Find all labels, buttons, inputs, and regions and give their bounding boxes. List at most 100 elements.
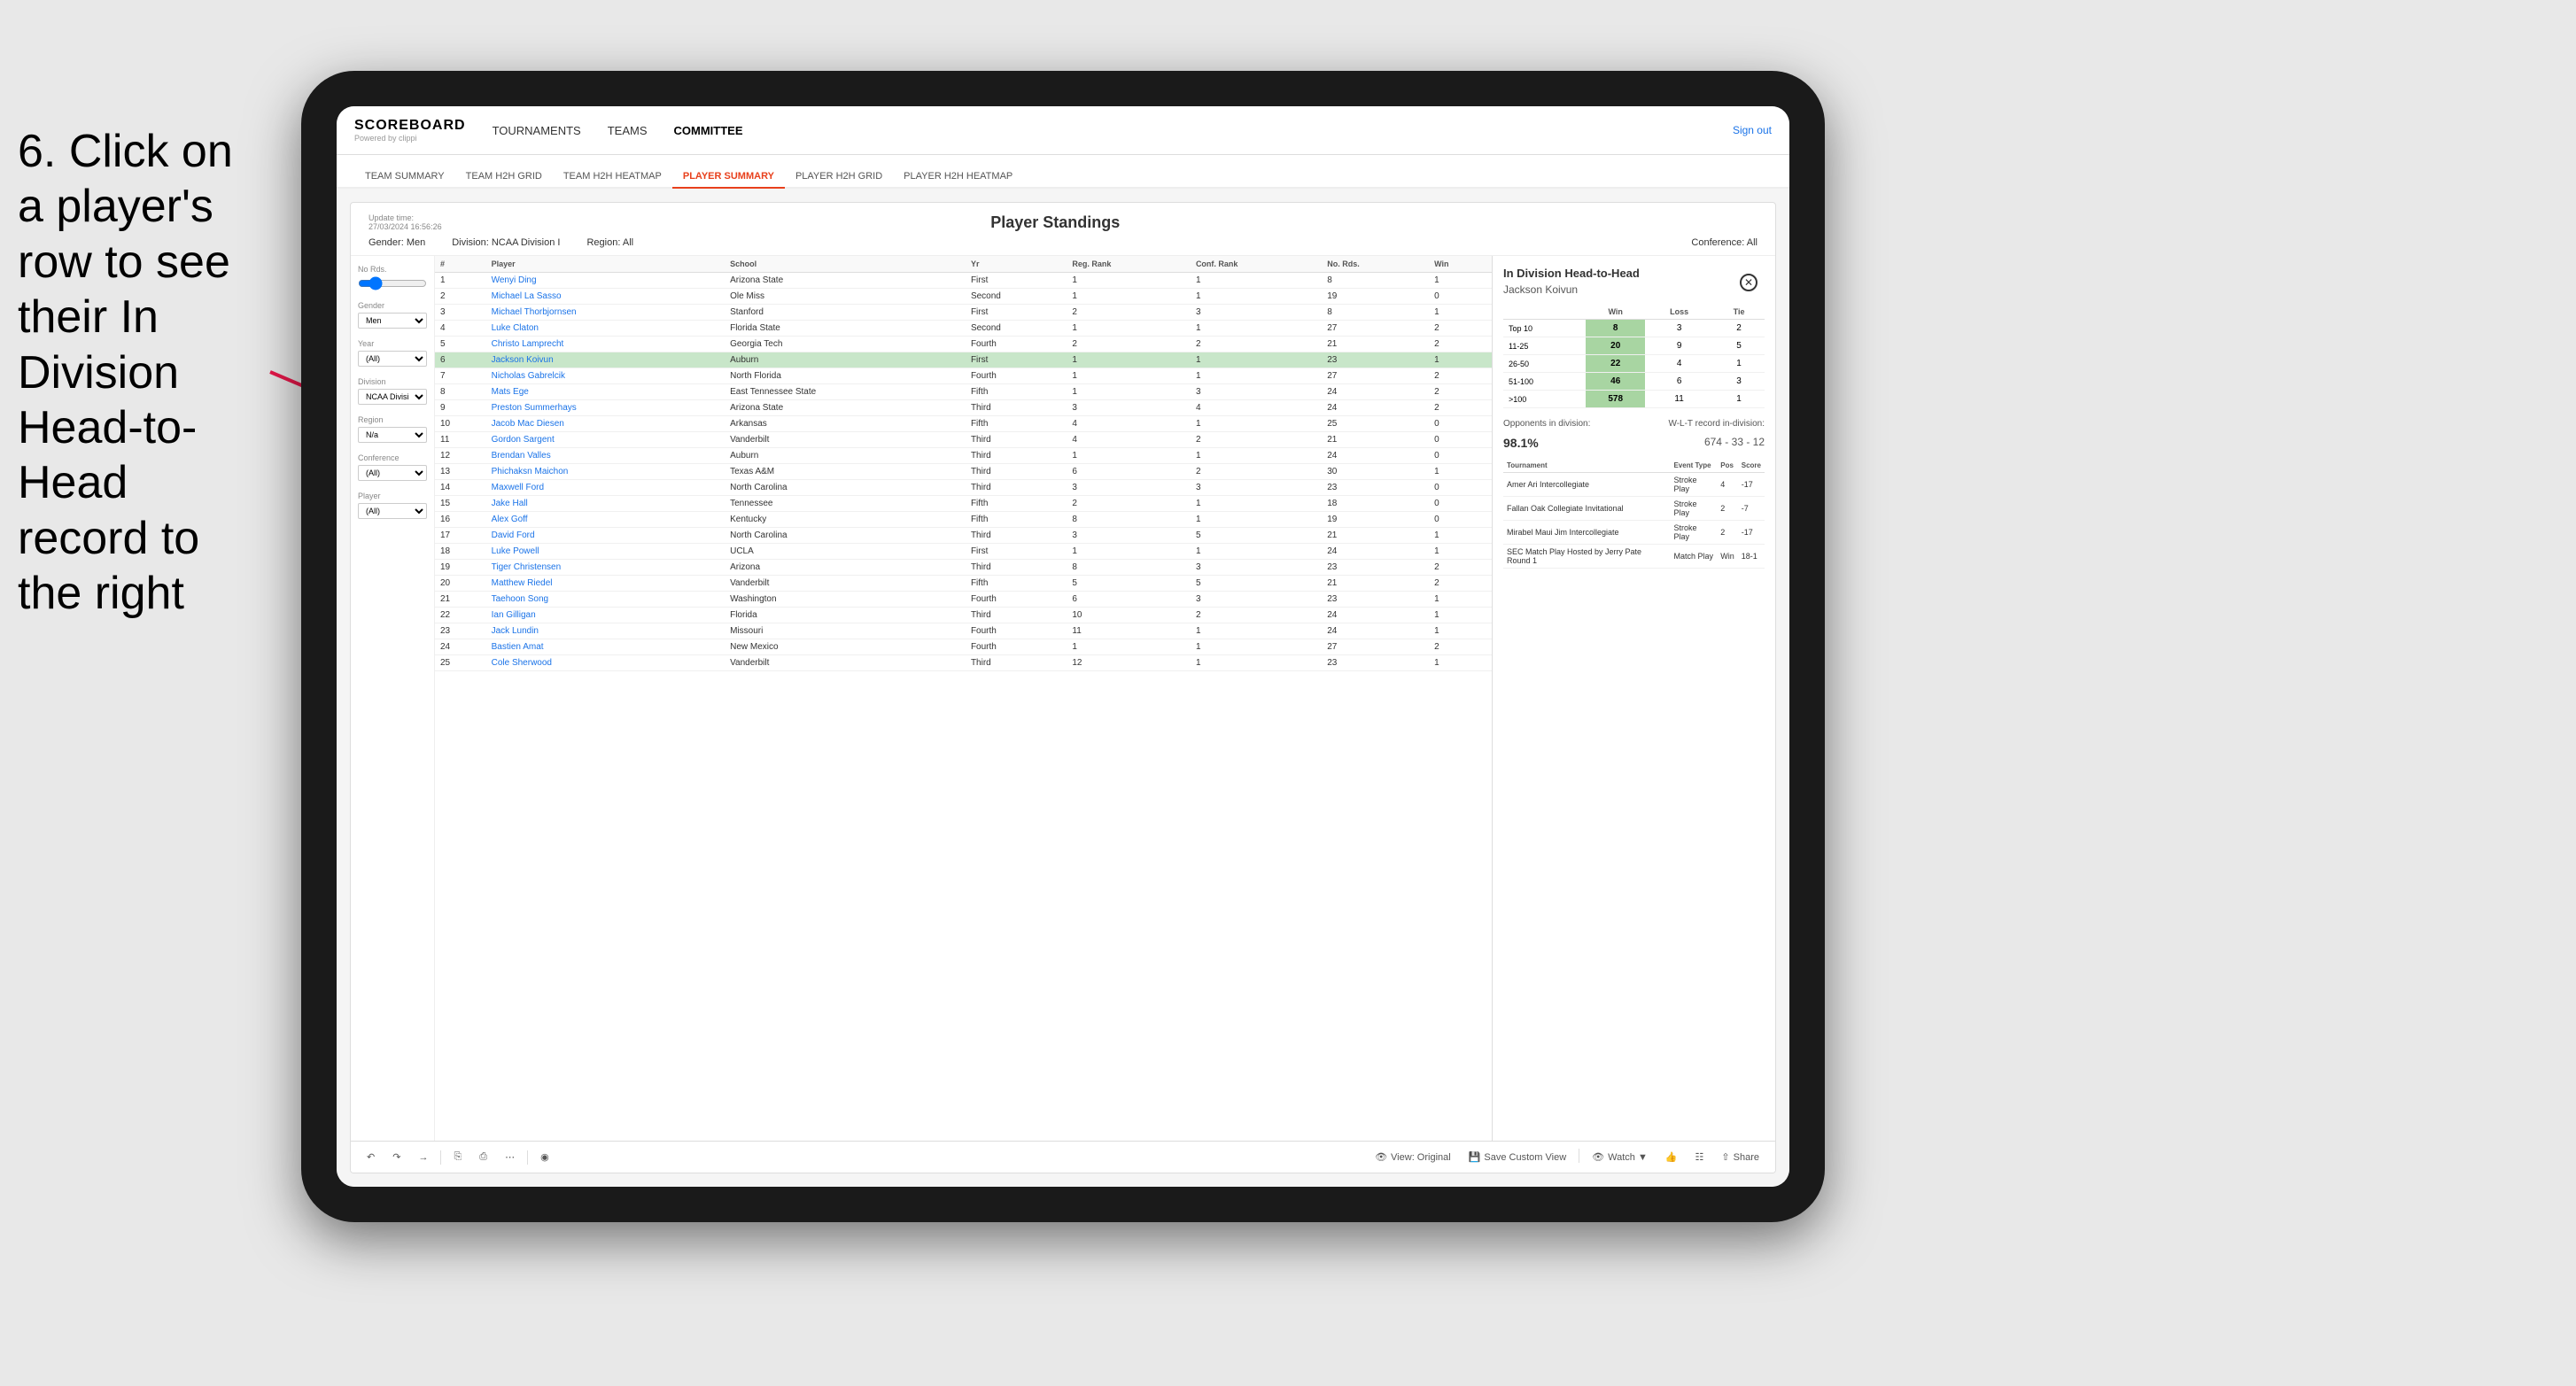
player-reg-rank: 1 <box>1067 448 1191 464</box>
table-row[interactable]: 13 Phichaksn Maichon Texas A&M Third 6 2… <box>435 464 1492 480</box>
h2h-col-loss: Loss <box>1645 305 1713 320</box>
nav-tournaments[interactable]: TOURNAMENTS <box>493 120 581 142</box>
logo: SCOREBOARD Powered by clippi <box>354 118 466 143</box>
table-row[interactable]: 10 Jacob Mac Diesen Arkansas Fifth 4 1 2… <box>435 416 1492 432</box>
player-conf-rank: 4 <box>1191 400 1322 416</box>
conference-select[interactable]: (All) <box>358 465 427 481</box>
h2h-range: 26-50 <box>1503 355 1586 373</box>
rounds-slider[interactable] <box>358 276 427 290</box>
player-rank: 1 <box>435 273 486 289</box>
player-name: Luke Claton <box>486 321 725 337</box>
table-row[interactable]: 16 Alex Goff Kentucky Fifth 8 1 19 0 <box>435 512 1492 528</box>
table-row[interactable]: 12 Brendan Valles Auburn Third 1 1 24 0 <box>435 448 1492 464</box>
player-yr: Fourth <box>966 623 1067 639</box>
paste-button[interactable]: ⎙ <box>474 1149 493 1165</box>
table-row[interactable]: 7 Nicholas Gabrelcik North Florida Fourt… <box>435 368 1492 384</box>
wlt-record: 674 - 33 - 12 <box>1704 436 1765 450</box>
table-row[interactable]: 8 Mats Ege East Tennessee State Fifth 1 … <box>435 384 1492 400</box>
player-reg-rank: 3 <box>1067 400 1191 416</box>
tournament-table: Tournament Event Type Pos Score Amer Ari… <box>1503 459 1765 569</box>
table-row[interactable]: 3 Michael Thorbjornsen Stanford First 2 … <box>435 305 1492 321</box>
player-name: Jack Lundin <box>486 623 725 639</box>
gender-select[interactable]: Men <box>358 313 427 329</box>
player-rank: 9 <box>435 400 486 416</box>
table-row[interactable]: 11 Gordon Sargent Vanderbilt Third 4 2 2… <box>435 432 1492 448</box>
table-row[interactable]: 2 Michael La Sasso Ole Miss Second 1 1 1… <box>435 289 1492 305</box>
player-select[interactable]: (All) <box>358 503 427 519</box>
table-row[interactable]: 5 Christo Lamprecht Georgia Tech Fourth … <box>435 337 1492 352</box>
rounds-control <box>358 276 427 290</box>
sub-nav-team-h2h-heatmap[interactable]: TEAM H2H HEATMAP <box>553 166 672 189</box>
player-school: Missouri <box>725 623 966 639</box>
player-name: Wenyi Ding <box>486 273 725 289</box>
grid-button[interactable]: ☷ <box>1690 1149 1710 1165</box>
nav-bar: SCOREBOARD Powered by clippi TOURNAMENTS… <box>337 106 1789 155</box>
h2h-row: >100 578 11 1 <box>1503 391 1765 408</box>
player-name: Bastien Amat <box>486 639 725 655</box>
year-select[interactable]: (All) <box>358 351 427 367</box>
conference-filter-label: Conference <box>358 453 427 462</box>
player-win: 0 <box>1429 496 1492 512</box>
player-rank: 14 <box>435 480 486 496</box>
thumbs-button[interactable]: 👍 <box>1660 1149 1683 1165</box>
share-button[interactable]: ⇧ Share <box>1716 1149 1765 1165</box>
player-win: 0 <box>1429 448 1492 464</box>
player-school: Florida <box>725 608 966 623</box>
forward-button[interactable]: → <box>413 1150 433 1165</box>
h2h-col-tie: Tie <box>1713 305 1765 320</box>
table-row[interactable]: 20 Matthew Riedel Vanderbilt Fifth 5 5 2… <box>435 576 1492 592</box>
region-select[interactable]: N/a <box>358 427 427 443</box>
table-row[interactable]: 4 Luke Claton Florida State Second 1 1 2… <box>435 321 1492 337</box>
wlt-pct: 98.1% <box>1503 436 1539 450</box>
table-row[interactable]: 21 Taehoon Song Washington Fourth 6 3 23… <box>435 592 1492 608</box>
division-select[interactable]: NCAA Division I <box>358 389 427 405</box>
table-row[interactable]: 25 Cole Sherwood Vanderbilt Third 12 1 2… <box>435 655 1492 671</box>
player-school: Auburn <box>725 352 966 368</box>
t-name: Mirabel Maui Jim Intercollegiate <box>1503 521 1670 545</box>
division-filter: Division: NCAA Division I <box>452 237 560 248</box>
table-row[interactable]: 22 Ian Gilligan Florida Third 10 2 24 1 <box>435 608 1492 623</box>
table-row[interactable]: 15 Jake Hall Tennessee Fifth 2 1 18 0 <box>435 496 1492 512</box>
nav-committee[interactable]: COMMITTEE <box>674 120 743 142</box>
table-row[interactable]: 6 Jackson Koivun Auburn First 1 1 23 1 <box>435 352 1492 368</box>
col-conf-rank: Conf. Rank <box>1191 256 1322 273</box>
nav-teams[interactable]: TEAMS <box>608 120 648 142</box>
table-row[interactable]: 14 Maxwell Ford North Carolina Third 3 3… <box>435 480 1492 496</box>
table-row[interactable]: 18 Luke Powell UCLA First 1 1 24 1 <box>435 544 1492 560</box>
redo-button[interactable]: ↷ <box>387 1149 406 1165</box>
table-row[interactable]: 19 Tiger Christensen Arizona Third 8 3 2… <box>435 560 1492 576</box>
player-yr: Fourth <box>966 337 1067 352</box>
t-score: -17 <box>1738 473 1765 497</box>
table-row[interactable]: 17 David Ford North Carolina Third 3 5 2… <box>435 528 1492 544</box>
h2h-close-button[interactable]: ✕ <box>1740 274 1757 291</box>
refresh-button[interactable]: ◉ <box>535 1149 555 1165</box>
table-row[interactable]: 9 Preston Summerhays Arizona State Third… <box>435 400 1492 416</box>
player-reg-rank: 6 <box>1067 592 1191 608</box>
h2h-win: 578 <box>1586 391 1645 408</box>
table-row[interactable]: 1 Wenyi Ding Arizona State First 1 1 8 1 <box>435 273 1492 289</box>
sub-nav-team-h2h-grid[interactable]: TEAM H2H GRID <box>455 166 553 189</box>
logo-sub: Powered by clippi <box>354 134 466 143</box>
col-rank: # <box>435 256 486 273</box>
sub-nav-player-summary[interactable]: PLAYER SUMMARY <box>672 166 785 189</box>
save-custom-button[interactable]: 💾 Save Custom View <box>1463 1149 1571 1165</box>
undo-button[interactable]: ↶ <box>361 1149 380 1165</box>
watch-button[interactable]: 👁 Watch ▼ <box>1587 1149 1653 1165</box>
player-name: Christo Lamprecht <box>486 337 725 352</box>
view-original-button[interactable]: 👁 View: Original <box>1369 1149 1456 1165</box>
player-win: 0 <box>1429 512 1492 528</box>
copy-button[interactable]: ⎘ <box>448 1149 467 1165</box>
sub-nav-player-h2h-heatmap[interactable]: PLAYER H2H HEATMAP <box>893 166 1023 189</box>
player-no-rds: 18 <box>1322 496 1429 512</box>
player-win: 1 <box>1429 592 1492 608</box>
player-name: Tiger Christensen <box>486 560 725 576</box>
table-row[interactable]: 24 Bastien Amat New Mexico Fourth 1 1 27… <box>435 639 1492 655</box>
nav-right: Sign out <box>1733 124 1772 136</box>
sign-out-link[interactable]: Sign out <box>1733 124 1772 136</box>
table-row[interactable]: 23 Jack Lundin Missouri Fourth 11 1 24 1 <box>435 623 1492 639</box>
sub-nav-player-h2h-grid[interactable]: PLAYER H2H GRID <box>785 166 893 189</box>
options-button[interactable]: ⋯ <box>500 1149 520 1165</box>
player-no-rds: 30 <box>1322 464 1429 480</box>
sub-nav-team-summary[interactable]: TEAM SUMMARY <box>354 166 455 189</box>
player-conf-rank: 3 <box>1191 480 1322 496</box>
